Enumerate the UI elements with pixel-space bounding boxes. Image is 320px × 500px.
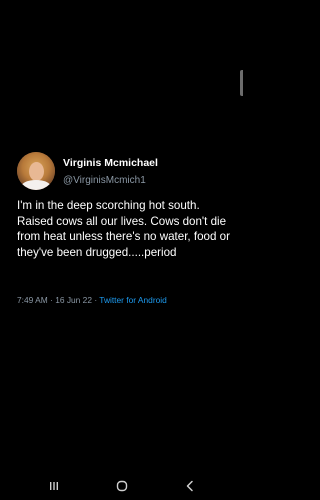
display-name[interactable]: Virginis Mcmichael — [63, 157, 158, 169]
meta-separator: · — [50, 295, 53, 305]
tweet-date: 16 Jun 22 — [55, 295, 92, 305]
tweet-source-link[interactable]: Twitter for Android — [99, 295, 167, 305]
navigation-bar — [0, 472, 243, 500]
meta-separator: · — [94, 295, 98, 305]
tweet-card[interactable]: Virginis Mcmichael @VirginisMcmich1 I'm … — [10, 148, 233, 318]
status-bar — [0, 0, 243, 18]
avatar-face — [29, 162, 44, 181]
tweet-body: Virginis Mcmichael @VirginisMcmich1 I'm … — [10, 148, 233, 318]
tweet-text: I'm in the deep scorching hot south. Rai… — [17, 199, 230, 259]
back-icon[interactable] — [182, 478, 198, 494]
home-icon[interactable] — [114, 478, 130, 494]
recent-apps-icon[interactable] — [46, 478, 62, 494]
user-handle[interactable]: @VirginisMcmich1 — [63, 175, 146, 186]
avatar[interactable] — [17, 152, 55, 190]
tweet-time: 7:49 AM — [17, 295, 48, 305]
avatar-shirt — [21, 180, 51, 190]
screen: Virginis Mcmichael @VirginisMcmich1 I'm … — [0, 0, 243, 500]
tweet-meta: 7:49 AM · 16 Jun 22 · Twitter for Androi… — [17, 295, 167, 305]
edge-panel-handle[interactable] — [240, 70, 243, 96]
